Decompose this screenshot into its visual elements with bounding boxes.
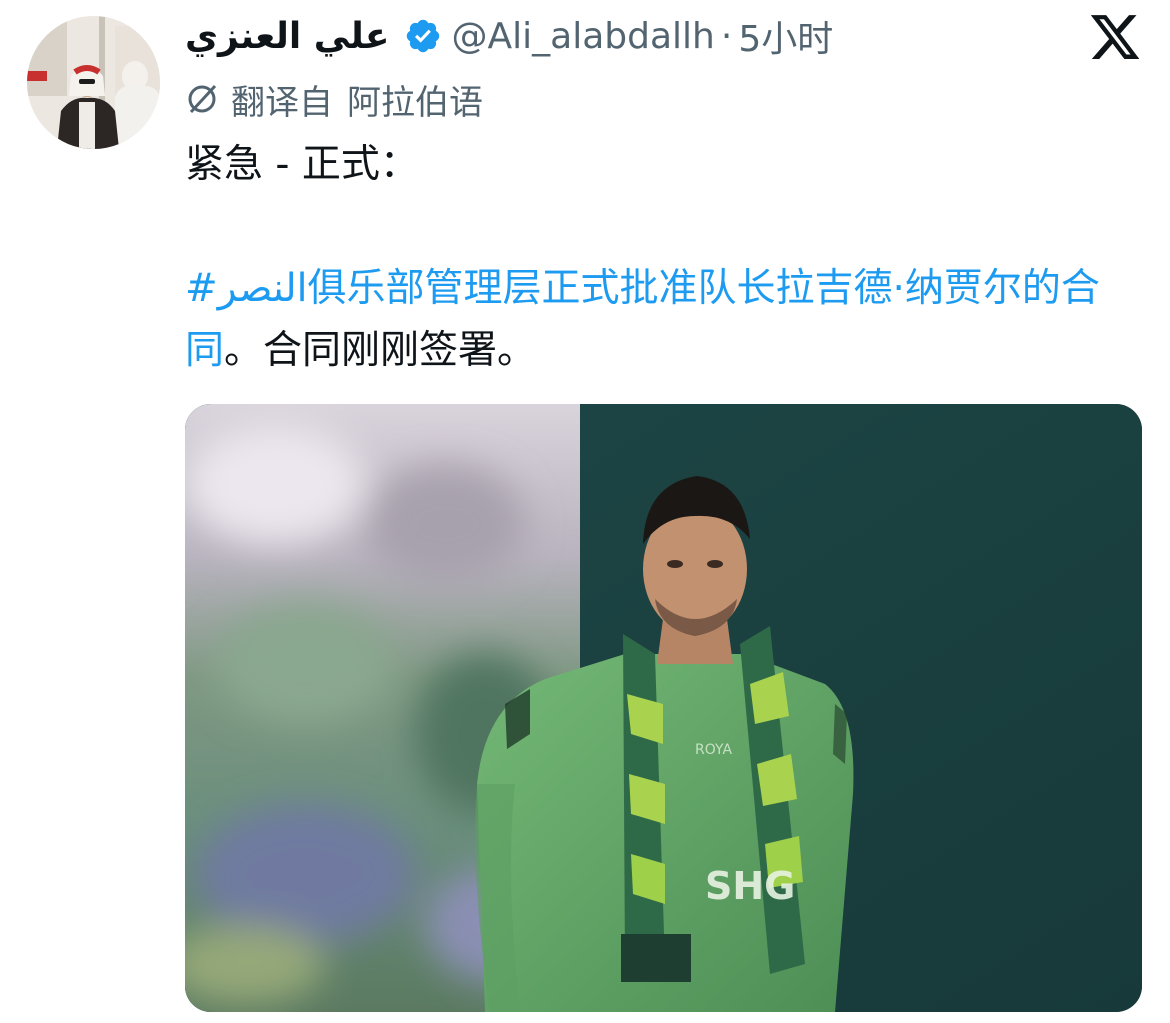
x-logo-icon[interactable] xyxy=(1088,10,1142,64)
tweet-media-photo[interactable]: SHG ROYA xyxy=(185,404,1142,1012)
tweet-timestamp[interactable]: 5小时 xyxy=(738,10,833,62)
svg-text:ROYA: ROYA xyxy=(695,742,732,758)
author-display-name[interactable]: علي العنزي xyxy=(185,16,390,57)
author-handle[interactable]: @Ali_alabdallh xyxy=(452,16,715,57)
hashtag-link[interactable]: #النصر xyxy=(185,266,308,311)
jersey-sponsor-text: SHG xyxy=(705,864,795,908)
tweet-body: 紧急 - 正式： #النصر俱乐部管理层正式批准队长拉吉德·纳贾尔的合同。合同… xyxy=(185,134,1145,382)
translation-notice[interactable]: 翻译自 阿拉伯语 xyxy=(185,74,483,124)
translation-language: 阿拉伯语 xyxy=(347,82,483,123)
tweet-text-line-1: 紧急 - 正式： xyxy=(185,142,419,187)
meta-separator: · xyxy=(720,15,733,57)
tweet-text-paragraph-2: #النصر俱乐部管理层正式批准队长拉吉德·纳贾尔的合同。合同刚刚签署。 xyxy=(185,258,1145,382)
tweet-card: علي العنزي @Ali_alabdallh · 5小时 翻译自 阿拉伯语… xyxy=(0,0,1170,1023)
author-avatar[interactable] xyxy=(27,16,160,149)
tweet-header: علي العنزي @Ali_alabdallh · 5小时 xyxy=(185,8,833,64)
translation-label: 翻译自 xyxy=(231,82,333,123)
verified-badge-icon xyxy=(404,17,442,55)
tweet-text-blank-line xyxy=(185,196,1145,258)
tweet-text-rest: 。合同刚刚签署。 xyxy=(224,328,537,373)
translate-slash-icon xyxy=(185,82,219,116)
